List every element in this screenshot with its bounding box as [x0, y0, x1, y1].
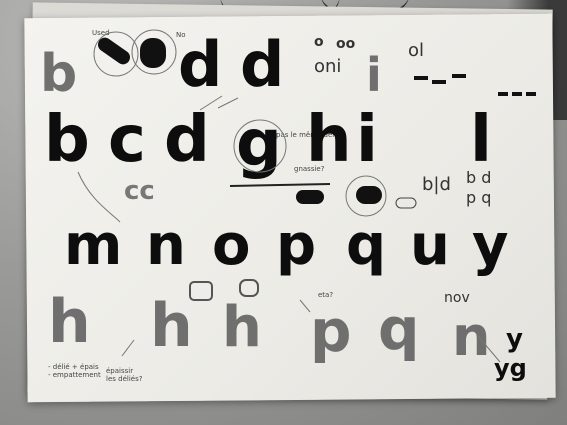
sketch-arrow	[477, 335, 501, 363]
dash-mark	[512, 92, 522, 96]
dash-mark	[526, 92, 536, 96]
baseline-stroke	[229, 183, 331, 187]
sketch-circle	[233, 119, 287, 173]
pill-shape	[140, 38, 166, 68]
pencil-marks	[77, 29, 536, 363]
sketch-arrow	[121, 339, 135, 357]
photo-stage: b Used No d d o oo oni ol i b c d g pas …	[0, 0, 567, 425]
sketch-arrow	[217, 97, 239, 109]
pill-shape	[356, 186, 382, 204]
ink-pills	[97, 37, 536, 209]
dash-mark	[432, 80, 446, 84]
sketch-arrow	[299, 299, 311, 313]
pill-shape	[395, 197, 417, 209]
pill-shape	[97, 37, 131, 65]
pill-shape	[296, 190, 324, 204]
dash-mark	[414, 76, 428, 80]
outline-glyph	[189, 281, 213, 301]
dash-mark	[498, 92, 508, 96]
sketch-arrow	[77, 171, 121, 223]
dash-mark	[452, 74, 466, 78]
outline-glyph	[239, 279, 259, 297]
